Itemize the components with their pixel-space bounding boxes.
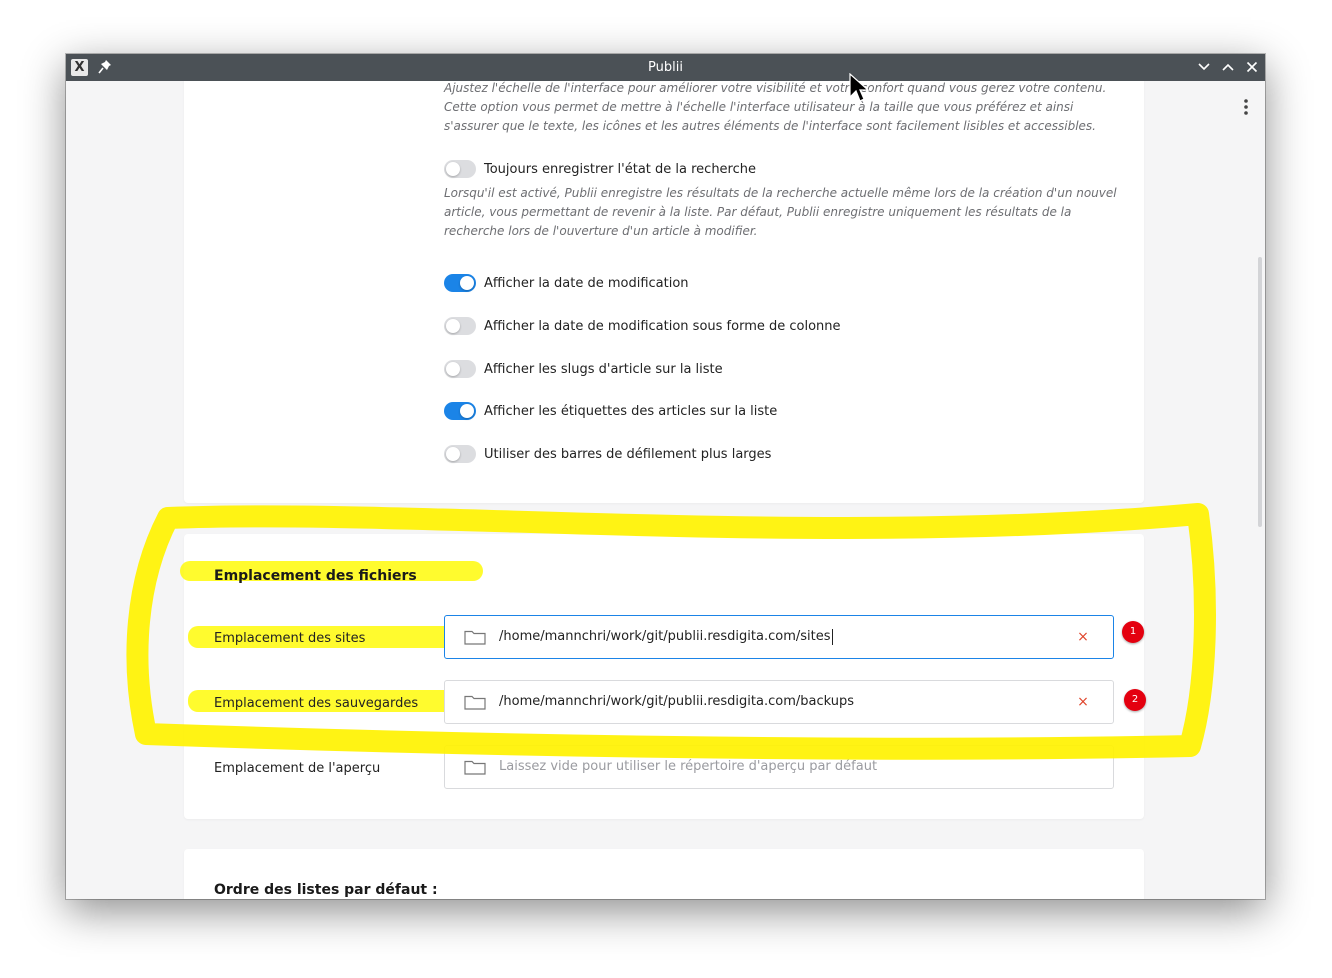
setting-show-slugs: Afficher les slugs d'article sur la list… — [444, 359, 723, 379]
setting-show-modification-date: Afficher la date de modification — [444, 273, 689, 293]
default-order-card: Ordre des listes par défaut : — [184, 849, 1144, 899]
files-section-title: Emplacement des fichiers — [214, 568, 417, 584]
interface-settings-card: Ajustez l'échelle de l'interface pour am… — [184, 81, 1144, 503]
toggle-switch[interactable] — [444, 445, 476, 463]
kebab-icon[interactable] — [1243, 98, 1249, 116]
scale-description: Ajustez l'échelle de l'interface pour am… — [444, 81, 1107, 133]
setting-label: Afficher les slugs d'article sur la list… — [484, 361, 723, 377]
annotation-badge-1: 1 — [1122, 621, 1144, 643]
clear-sites-button[interactable]: × — [1075, 616, 1091, 658]
preview-location-label: Emplacement de l'aperçu — [214, 761, 381, 776]
setting-label: Toujours enregistrer l'état de la recher… — [484, 161, 756, 177]
vertical-scrollbar[interactable] — [1258, 257, 1262, 527]
maximize-icon[interactable] — [1220, 59, 1236, 75]
minimize-icon[interactable] — [1196, 59, 1212, 75]
files-location-card: Emplacement des fichiers Emplacement des… — [180, 534, 1144, 819]
preview-location-input[interactable]: Laissez vide pour utiliser le répertoire… — [499, 746, 877, 788]
folder-icon — [464, 630, 486, 645]
toggle-switch[interactable] — [444, 274, 476, 292]
setting-wide-scrollbars: Utiliser des barres de défilement plus l… — [444, 444, 771, 464]
backups-location-label: Emplacement des sauvegardes — [214, 696, 419, 711]
toggle-switch[interactable] — [444, 160, 476, 178]
setting-label: Afficher les étiquettes des articles sur… — [484, 403, 778, 419]
annotation-badge-2: 2 — [1124, 689, 1146, 711]
folder-icon — [464, 760, 486, 775]
preview-location-field[interactable]: Laissez vide pour utiliser le répertoire… — [444, 745, 1114, 789]
sites-location-field[interactable]: /home/mannchri/work/git/publii.resdigita… — [444, 615, 1114, 659]
clear-backups-button[interactable]: × — [1075, 681, 1091, 723]
default-order-title: Ordre des listes par défaut : — [214, 882, 438, 898]
publii-window: X Publii Ajustez l'échelle de l'interfac… — [66, 54, 1265, 899]
setting-label: Afficher la date de modification — [484, 275, 689, 291]
close-icon[interactable] — [1244, 59, 1260, 75]
toggle-switch[interactable] — [444, 317, 476, 335]
sites-location-label: Emplacement des sites — [214, 631, 366, 646]
toggle-switch[interactable] — [444, 360, 476, 378]
window-title: Publii — [648, 60, 683, 75]
search-state-description: Lorsqu'il est activé, Publii enregistre … — [444, 186, 1117, 238]
settings-content: Ajustez l'échelle de l'interface pour am… — [66, 81, 1265, 899]
setting-label: Utiliser des barres de défilement plus l… — [484, 446, 772, 462]
mouse-cursor-icon — [849, 73, 869, 102]
setting-show-tags: Afficher les étiquettes des articles sur… — [444, 401, 777, 421]
setting-save-search-state: Toujours enregistrer l'état de la recher… — [444, 159, 756, 179]
title-bar[interactable]: X Publii — [66, 54, 1265, 81]
setting-label: Afficher la date de modification sous fo… — [484, 318, 841, 334]
setting-modification-date-column: Afficher la date de modification sous fo… — [444, 316, 841, 336]
sites-location-input[interactable]: /home/mannchri/work/git/publii.resdigita… — [499, 616, 833, 658]
backups-location-input[interactable]: /home/mannchri/work/git/publii.resdigita… — [499, 681, 854, 723]
folder-icon — [464, 695, 486, 710]
toggle-switch[interactable] — [444, 402, 476, 420]
backups-location-field[interactable]: /home/mannchri/work/git/publii.resdigita… — [444, 680, 1114, 724]
